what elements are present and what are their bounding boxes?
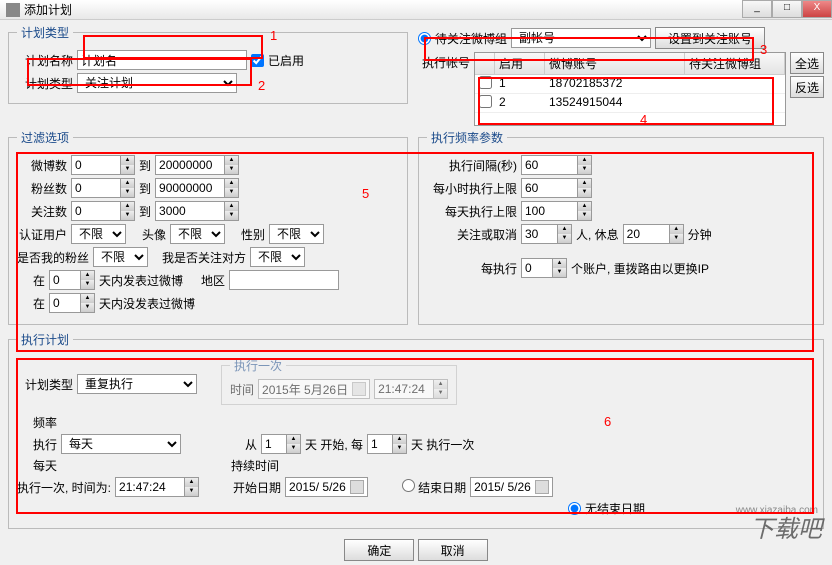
avatar-label: 头像 — [130, 226, 166, 243]
days-posted-input[interactable]: ▲▼ — [49, 270, 95, 290]
annot-5: 5 — [362, 186, 369, 201]
amifollow-label: 我是否关注对方 — [162, 249, 246, 266]
daylimit-label: 每天执行上限 — [427, 203, 517, 220]
group-radio-label: 待关注微博组 — [435, 30, 507, 47]
exec-plantype-label: 计划类型 — [17, 376, 73, 393]
gender-label: 性别 — [229, 226, 265, 243]
table-row[interactable]: 2 13524915044 — [475, 94, 785, 113]
calendar-icon — [350, 480, 364, 494]
enabled-checkbox[interactable] — [251, 54, 264, 67]
region-label: 地区 — [201, 272, 225, 289]
amifollow-select[interactable]: 不限 — [250, 247, 305, 267]
exec-freq-select[interactable]: 每天 — [61, 434, 181, 454]
plan-type-group: 计划类型 计划名称 已启用 计划类型 关注计划 — [8, 24, 408, 104]
plan-name-label: 计划名称 — [17, 52, 73, 69]
duration-label: 持续时间 — [231, 457, 279, 474]
enabled-label: 已启用 — [268, 52, 304, 69]
calendar-icon — [352, 382, 366, 396]
follow-from-input[interactable]: ▲▼ — [71, 201, 135, 221]
exec-plan-group: 执行计划 计划类型 重复执行 执行一次 时间 2015年 5月26日 ▲▼ 频率… — [8, 331, 824, 529]
action-input[interactable]: ▲▼ — [521, 224, 572, 244]
fans-label: 粉丝数 — [17, 180, 67, 197]
daylimit-input[interactable]: ▲▼ — [521, 201, 592, 221]
maximize-button[interactable]: □ — [772, 0, 802, 18]
plan-type-legend: 计划类型 — [17, 24, 73, 41]
col-account: 微博账号 — [545, 53, 685, 74]
exec-account-label: 执行帐号 — [418, 52, 470, 71]
daily-label: 每天 — [17, 457, 57, 474]
follow-label: 关注数 — [17, 203, 67, 220]
exec-plantype-select[interactable]: 重复执行 — [77, 374, 197, 394]
no-end-radio[interactable] — [568, 502, 581, 515]
group-select[interactable]: 副帐号 — [511, 28, 651, 48]
perexec-input[interactable]: ▲▼ — [521, 258, 567, 278]
col-enable: 启用 — [495, 53, 545, 74]
hourlimit-input[interactable]: ▲▼ — [521, 178, 592, 198]
region-input[interactable] — [229, 270, 339, 290]
interval-input[interactable]: ▲▼ — [521, 155, 592, 175]
dailytime-label: 执行一次, 时间为: — [17, 479, 111, 496]
verify-select[interactable]: 不限 — [71, 224, 126, 244]
row-checkbox[interactable] — [479, 76, 492, 89]
weibo-label: 微博数 — [17, 157, 67, 174]
perexec-label: 每执行 — [427, 260, 517, 277]
annot-2: 2 — [258, 78, 265, 93]
ismyfan-label: 是否我的粉丝 — [17, 249, 89, 266]
filter-group: 过滤选项 微博数 ▲▼ 到 ▲▼ 粉丝数 ▲▼ 到 ▲▼ 关注数 ▲▼ 到 ▲▼… — [8, 129, 408, 325]
window-title: 添加计划 — [24, 1, 72, 18]
table-row[interactable]: 1 18702185372 — [475, 75, 785, 94]
invert-button[interactable]: 反选 — [790, 76, 824, 98]
weibo-to-input[interactable]: ▲▼ — [155, 155, 239, 175]
group-radio[interactable] — [418, 32, 431, 45]
close-button[interactable]: X — [802, 0, 832, 18]
ok-button[interactable]: 确定 — [344, 539, 414, 561]
rest-input[interactable]: ▲▼ — [623, 224, 684, 244]
startdate-label: 开始日期 — [233, 479, 281, 496]
annot-4: 4 — [640, 112, 647, 127]
annot-6: 6 — [604, 414, 611, 429]
from-day-input[interactable]: ▲▼ — [261, 434, 301, 454]
exec-plan-legend: 执行计划 — [17, 331, 73, 348]
set-to-account-button[interactable]: 设置到关注账号 — [655, 27, 765, 49]
days-notposted-input[interactable]: ▲▼ — [49, 293, 95, 313]
account-table: 启用 微博账号 待关注微博组 1 18702185372 2 135249150… — [474, 52, 786, 126]
plan-type-select[interactable]: 关注计划 — [77, 73, 237, 93]
fans-to-input[interactable]: ▲▼ — [155, 178, 239, 198]
row-checkbox[interactable] — [479, 95, 492, 108]
cancel-button[interactable]: 取消 — [418, 539, 488, 561]
freq-group: 执行频率参数 执行间隔(秒) ▲▼ 每小时执行上限 ▲▼ 每天执行上限 ▲▼ 关… — [418, 129, 824, 325]
plan-type-label: 计划类型 — [17, 75, 73, 92]
plan-name-input[interactable] — [77, 50, 247, 70]
start-date-input[interactable]: 2015/ 5/26 — [285, 477, 368, 497]
titlebar: 添加计划 — [0, 0, 832, 20]
minimize-button[interactable]: _ — [742, 0, 772, 18]
freq-label: 频率 — [17, 414, 57, 431]
end-date-input[interactable]: 2015/ 5/26 — [470, 477, 553, 497]
annot-3: 3 — [760, 42, 767, 57]
exec-label: 执行 — [17, 436, 57, 453]
calendar-icon — [535, 480, 549, 494]
col-target: 待关注微博组 — [685, 53, 785, 74]
freq-legend: 执行频率参数 — [427, 129, 507, 146]
daily-time-input[interactable]: ▲▼ — [115, 477, 199, 497]
follow-to-input[interactable]: ▲▼ — [155, 201, 239, 221]
end-date-radio[interactable] — [402, 479, 415, 492]
hourlimit-label: 每小时执行上限 — [427, 180, 517, 197]
weibo-from-input[interactable]: ▲▼ — [71, 155, 135, 175]
select-all-button[interactable]: 全选 — [790, 52, 824, 74]
gender-select[interactable]: 不限 — [269, 224, 324, 244]
every-day-input[interactable]: ▲▼ — [367, 434, 407, 454]
verify-label: 认证用户 — [17, 226, 67, 243]
app-icon — [6, 3, 20, 17]
ismyfan-select[interactable]: 不限 — [93, 247, 148, 267]
once-date-input[interactable]: 2015年 5月26日 — [258, 379, 370, 399]
fans-from-input[interactable]: ▲▼ — [71, 178, 135, 198]
avatar-select[interactable]: 不限 — [170, 224, 225, 244]
exec-once-group: 执行一次 时间 2015年 5月26日 ▲▼ — [221, 357, 457, 405]
once-time-input[interactable]: ▲▼ — [374, 379, 448, 399]
action-label: 关注或取消 — [427, 226, 517, 243]
filter-legend: 过滤选项 — [17, 129, 73, 146]
interval-label: 执行间隔(秒) — [427, 157, 517, 174]
annot-1: 1 — [270, 28, 277, 43]
